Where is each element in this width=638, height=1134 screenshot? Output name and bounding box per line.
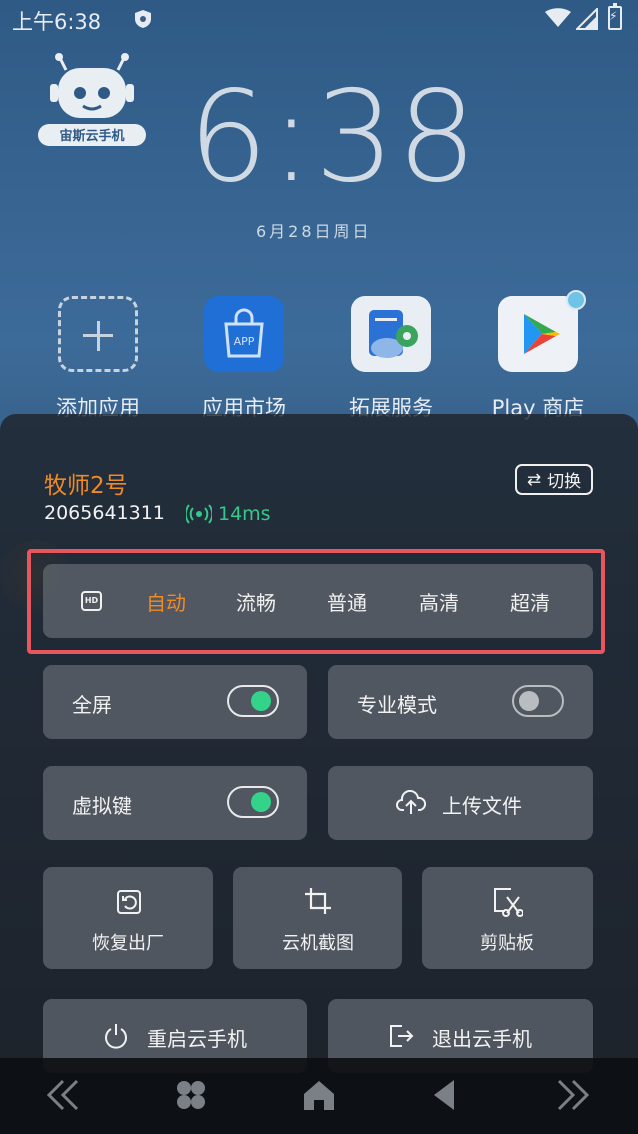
app-store-icon: APP xyxy=(204,296,284,372)
play-store-icon xyxy=(498,296,578,372)
extension-service-icon xyxy=(351,296,431,372)
app-market[interactable]: APP 应用市场 xyxy=(184,296,304,422)
exit-icon xyxy=(390,1025,414,1047)
app-badge-text: APP xyxy=(234,335,255,348)
robot-logo: 宙斯云手机 xyxy=(38,53,146,146)
quality-option-smooth[interactable]: 流畅 xyxy=(236,587,276,616)
double-chevron-right-icon[interactable] xyxy=(556,1078,590,1112)
cloud-screenshot-button[interactable]: 云机截图 xyxy=(233,867,402,969)
clipboard-icon xyxy=(494,888,523,917)
restore-icon xyxy=(117,890,141,914)
switch-label: 切换 xyxy=(547,472,582,492)
upload-file-label: 上传文件 xyxy=(442,794,522,818)
home-icon[interactable] xyxy=(302,1078,336,1112)
back-triangle-icon[interactable] xyxy=(430,1078,460,1112)
latency-value: 14ms xyxy=(218,503,271,525)
status-time: 上午6:38 xyxy=(12,10,102,34)
shield-icon xyxy=(135,10,151,28)
swap-icon: ⇄ xyxy=(526,469,542,490)
apps-grid-icon[interactable] xyxy=(174,1078,208,1112)
battery-charging-icon xyxy=(608,3,622,30)
app-extension[interactable]: 拓展服务 xyxy=(331,296,451,422)
switch-device-button[interactable]: ⇄ 切换 xyxy=(515,464,593,495)
cloud-upload-icon xyxy=(396,790,426,814)
restore-factory-button[interactable]: 恢复出厂 xyxy=(43,867,213,969)
quality-option-hd[interactable]: 高清 xyxy=(419,587,459,616)
quality-option-normal[interactable]: 普通 xyxy=(327,587,367,616)
pro-mode-toggle[interactable] xyxy=(512,685,564,717)
lock-date: 6月28日周日 xyxy=(256,222,372,241)
hd-icon: HD xyxy=(81,591,102,611)
crop-icon xyxy=(305,888,331,914)
fullscreen-card: 全屏 xyxy=(43,665,307,739)
exit-phone-label: 退出云手机 xyxy=(432,1027,532,1051)
cloud-screenshot-label: 云机截图 xyxy=(282,933,354,954)
quality-option-uhd[interactable]: 超清 xyxy=(510,587,550,616)
logo-text: 宙斯云手机 xyxy=(59,128,124,144)
add-dashed-icon xyxy=(58,296,138,372)
pro-mode-label: 专业模式 xyxy=(357,693,437,717)
app-add[interactable]: 添加应用 xyxy=(38,296,158,422)
pro-mode-card: 专业模式 xyxy=(328,665,593,739)
signal-broadcast-icon xyxy=(186,504,212,524)
virtual-keys-toggle[interactable] xyxy=(227,786,279,818)
virtual-keys-label: 虚拟键 xyxy=(72,794,132,818)
fullscreen-label: 全屏 xyxy=(72,693,112,717)
virtual-keys-card: 虚拟键 xyxy=(43,766,307,840)
power-icon xyxy=(105,1024,127,1049)
device-name: 牧师2号 xyxy=(44,473,128,499)
device-id: 2065641311 xyxy=(44,502,165,524)
clipboard-button[interactable]: 剪贴板 xyxy=(422,867,593,969)
notification-dot xyxy=(566,290,586,310)
restore-factory-label: 恢复出厂 xyxy=(92,933,164,954)
lock-clock: 6:38 xyxy=(188,63,479,210)
status-bar: 上午6:38 xyxy=(0,0,638,38)
signal-icon xyxy=(576,8,598,30)
quality-option-auto[interactable]: 自动 xyxy=(146,587,186,616)
upload-file-button[interactable]: 上传文件 xyxy=(328,766,593,840)
fullscreen-toggle[interactable] xyxy=(227,685,279,717)
app-play[interactable]: Play 商店 xyxy=(478,296,598,422)
wifi-icon xyxy=(545,8,571,27)
double-chevron-left-icon[interactable] xyxy=(46,1078,80,1112)
clipboard-label: 剪贴板 xyxy=(480,933,534,954)
restart-phone-label: 重启云手机 xyxy=(147,1027,247,1051)
